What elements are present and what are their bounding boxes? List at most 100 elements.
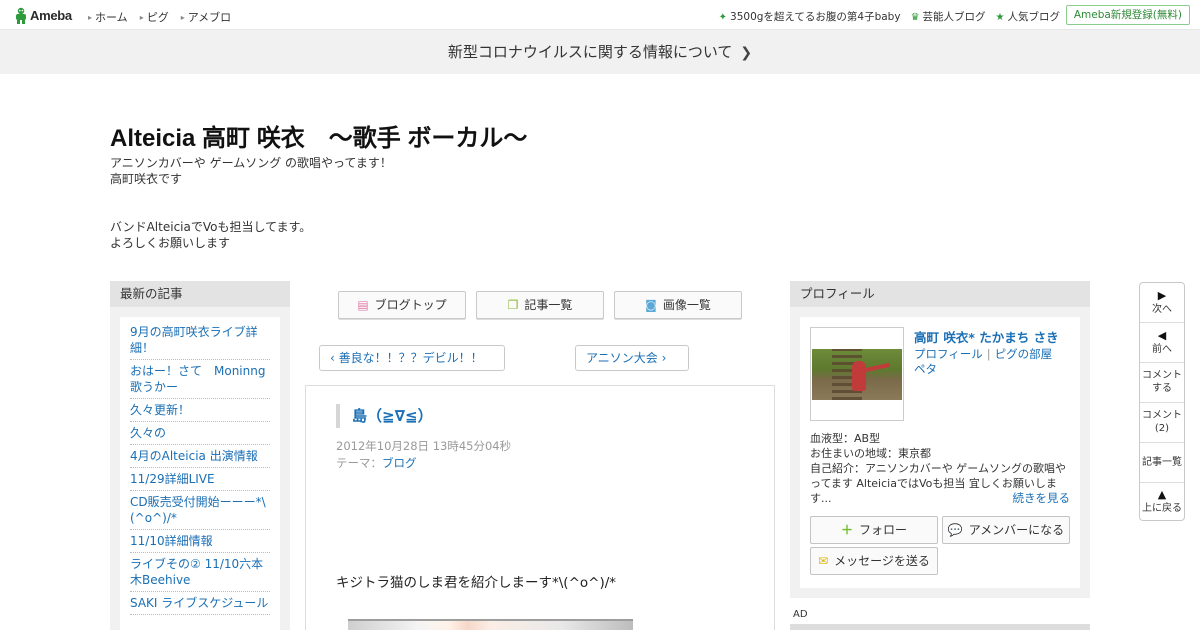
- article: 島（≧∇≦） 2012年10月28日 13時45分04秒 テーマ：ブログ キジト…: [305, 385, 775, 630]
- trending-link[interactable]: ✦ 3500gを超えてるお腹の第4子baby: [719, 9, 901, 24]
- recent-article-link[interactable]: 久々更新！: [130, 399, 270, 422]
- next-article-label: アニソン大会: [586, 351, 658, 365]
- recent-articles-list: 9月の高町咲衣ライブ詳細！ おはー！さて Moninng歌うかー 久々更新！ 久…: [120, 317, 280, 630]
- prev-article-label: 善良な！！？？デビル！！: [338, 351, 483, 365]
- ad-label: AD: [793, 609, 808, 620]
- article-date: 2012年10月28日 13時45分04秒: [336, 439, 512, 453]
- celebrity-blog-label: 芸能人ブログ: [922, 11, 986, 23]
- global-nav: ホーム ピグ アメブロ: [88, 9, 231, 25]
- floating-nav: ▶ 次へ ◀ 前へ コメント する コメント (2) 記事一覧 ▲ 上に戻る: [1139, 282, 1185, 521]
- amember-label: アメンバーになる: [968, 523, 1065, 537]
- blog-top-button[interactable]: ▤ ブログトップ: [338, 291, 466, 319]
- float-comment-button[interactable]: コメント する: [1140, 363, 1184, 403]
- chevron-right-icon: ❯: [740, 45, 753, 61]
- celebrity-blog-link[interactable]: ♛ 芸能人ブログ: [911, 9, 986, 24]
- document-icon: ▤: [357, 298, 369, 312]
- camera-icon: ◙: [645, 298, 657, 312]
- float-comments-count-button[interactable]: コメント (2): [1140, 403, 1184, 443]
- ameba-logo-icon: [16, 7, 26, 24]
- recent-article-link[interactable]: 久々の: [130, 422, 270, 445]
- pig-room-link[interactable]: ピグの部屋: [995, 347, 1053, 361]
- image-list-button[interactable]: ◙ 画像一覧: [614, 291, 742, 319]
- float-next-label: 次へ: [1152, 304, 1172, 315]
- ameba-logo[interactable]: Ameba: [14, 7, 72, 24]
- recent-article-link[interactable]: 11/10詳細情報: [130, 530, 270, 553]
- article-image[interactable]: [348, 619, 633, 630]
- float-comment-label-2: する: [1152, 383, 1172, 394]
- float-comments-label-2: (2): [1154, 423, 1170, 434]
- global-header: Ameba ホーム ピグ アメブロ ✦3500gを超えてるお腹の第4子baby …: [0, 0, 1200, 30]
- float-next-button[interactable]: ▶ 次へ: [1140, 283, 1184, 323]
- blog-title[interactable]: Alteicia 高町 咲衣 〜歌手 ボーカル〜: [110, 118, 527, 153]
- next-article-button[interactable]: アニソン大会 ›: [575, 345, 689, 371]
- amember-button[interactable]: 💬 アメンバーになる: [942, 516, 1070, 544]
- profile-photo-image: [812, 349, 902, 400]
- star-icon: ★: [995, 12, 1005, 23]
- profile-heading: プロフィール: [790, 281, 1090, 307]
- recent-article-link[interactable]: SAKI ライブスケジュール: [130, 592, 270, 615]
- blood-type: 血液型：AB型: [810, 432, 881, 445]
- nav-home[interactable]: ホーム: [88, 9, 128, 25]
- recent-articles-panel: 最新の記事 9月の高町咲衣ライブ詳細！ おはー！さて Moninng歌うかー 久…: [110, 281, 290, 630]
- chevron-right-icon: ›: [657, 351, 667, 365]
- profile-card: 高町 咲衣* たかまち さき プロフィール | ピグの部屋 ペタ 血液型：AB型 お…: [800, 317, 1080, 588]
- ad-area[interactable]: [790, 624, 1090, 630]
- header-links: ✦ 3500gを超えてるお腹の第4子baby ♛ 芸能人ブログ ★ 人気ブログ: [719, 9, 1060, 24]
- theme-label: テーマ：: [336, 456, 382, 470]
- article-list-label: 記事一覧: [524, 298, 573, 312]
- prev-article-button[interactable]: ‹ 善良な！！？？デビル！！: [319, 345, 505, 371]
- follow-label: フォロー: [859, 523, 908, 537]
- send-message-label: メッセージを送る: [834, 554, 930, 568]
- float-prev-button[interactable]: ◀ 前へ: [1140, 323, 1184, 363]
- nav-ameblo[interactable]: アメブロ: [181, 9, 231, 25]
- image-list-label: 画像一覧: [662, 298, 711, 312]
- recent-article-link[interactable]: 4月のAlteicia 出演情報: [130, 445, 270, 468]
- article-theme: テーマ：ブログ: [336, 455, 417, 471]
- profile-link[interactable]: プロフィール: [914, 347, 983, 361]
- float-comment-label-1: コメント: [1142, 370, 1182, 381]
- trending-link-label: 3500gを超えてるお腹の第4子baby: [730, 11, 901, 23]
- popular-blog-label: 人気ブログ: [1007, 11, 1061, 23]
- recent-article-link[interactable]: おはー！さて Moninng歌うかー: [130, 360, 270, 399]
- theme-link[interactable]: ブログ: [382, 456, 417, 470]
- recent-article-link[interactable]: ライブその② 11/10六本木Beehive: [130, 553, 270, 592]
- profile-links: プロフィール | ピグの部屋 ペタ: [914, 347, 1074, 377]
- article-title[interactable]: 島（≧∇≦）: [336, 404, 433, 428]
- triangle-up-icon: ▲: [1157, 488, 1167, 501]
- triangle-right-icon: ▶: [1157, 289, 1167, 302]
- corona-info-banner[interactable]: 新型コロナウイルスに関する情報について ❯: [0, 30, 1200, 74]
- read-more-link[interactable]: 続きを見る: [1013, 490, 1071, 506]
- recent-article-link[interactable]: 11/29詳細LIVE: [130, 468, 270, 491]
- envelope-icon: ✉: [818, 554, 829, 568]
- profile-name[interactable]: 高町 咲衣* たかまち さき: [914, 327, 1059, 346]
- follow-button[interactable]: ＋ フォロー: [810, 516, 938, 544]
- photo-person: [852, 361, 866, 391]
- float-article-list-label: 記事一覧: [1142, 457, 1182, 468]
- chat-bubble-icon: 💬: [947, 523, 963, 537]
- article-list-button[interactable]: ❐ 記事一覧: [476, 291, 604, 319]
- nav-pig[interactable]: ピグ: [140, 9, 169, 25]
- send-message-button[interactable]: ✉ メッセージを送る: [810, 547, 938, 575]
- float-to-top-button[interactable]: ▲ 上に戻る: [1140, 483, 1184, 520]
- peta-link[interactable]: ペタ: [914, 362, 937, 376]
- location: お住まいの地域：東京都: [810, 447, 931, 460]
- crown-icon: ♛: [910, 12, 920, 23]
- profile-photo[interactable]: [810, 327, 904, 421]
- recent-article-link[interactable]: 9月の高町咲衣ライブ詳細！: [130, 321, 270, 360]
- float-article-list-button[interactable]: 記事一覧: [1140, 443, 1184, 483]
- recent-article-link[interactable]: CD販売受付開始ーーー*\(^o^)/*: [130, 491, 270, 530]
- popular-blog-link[interactable]: ★ 人気ブログ: [996, 9, 1060, 24]
- plus-icon: ＋: [840, 523, 853, 537]
- chevron-left-icon: ‹: [330, 351, 339, 365]
- article-body-text: キジトラ猫のしま君を紹介しまーす*\(^o^)/*: [336, 575, 617, 591]
- blog-description: アニソンカバーや ゲームソング の歌唱やってます！ 高町咲衣です バンドAlte…: [110, 156, 392, 250]
- copy-pages-icon: ❐: [507, 298, 519, 312]
- profile-panel: プロフィール 高町 咲衣* たかまち さき プロフィール | ピグの部屋 ペタ 血液…: [790, 281, 1090, 598]
- triangle-left-icon: ◀: [1157, 329, 1167, 342]
- register-button[interactable]: Ameba新規登録(無料): [1065, 5, 1190, 25]
- recent-articles-heading: 最新の記事: [110, 281, 290, 307]
- float-comments-label-1: コメント: [1142, 410, 1182, 421]
- sparkle-icon: ✦: [718, 12, 728, 23]
- banner-text: 新型コロナウイルスに関する情報について: [447, 43, 733, 61]
- ameba-logo-text: Ameba: [30, 8, 72, 23]
